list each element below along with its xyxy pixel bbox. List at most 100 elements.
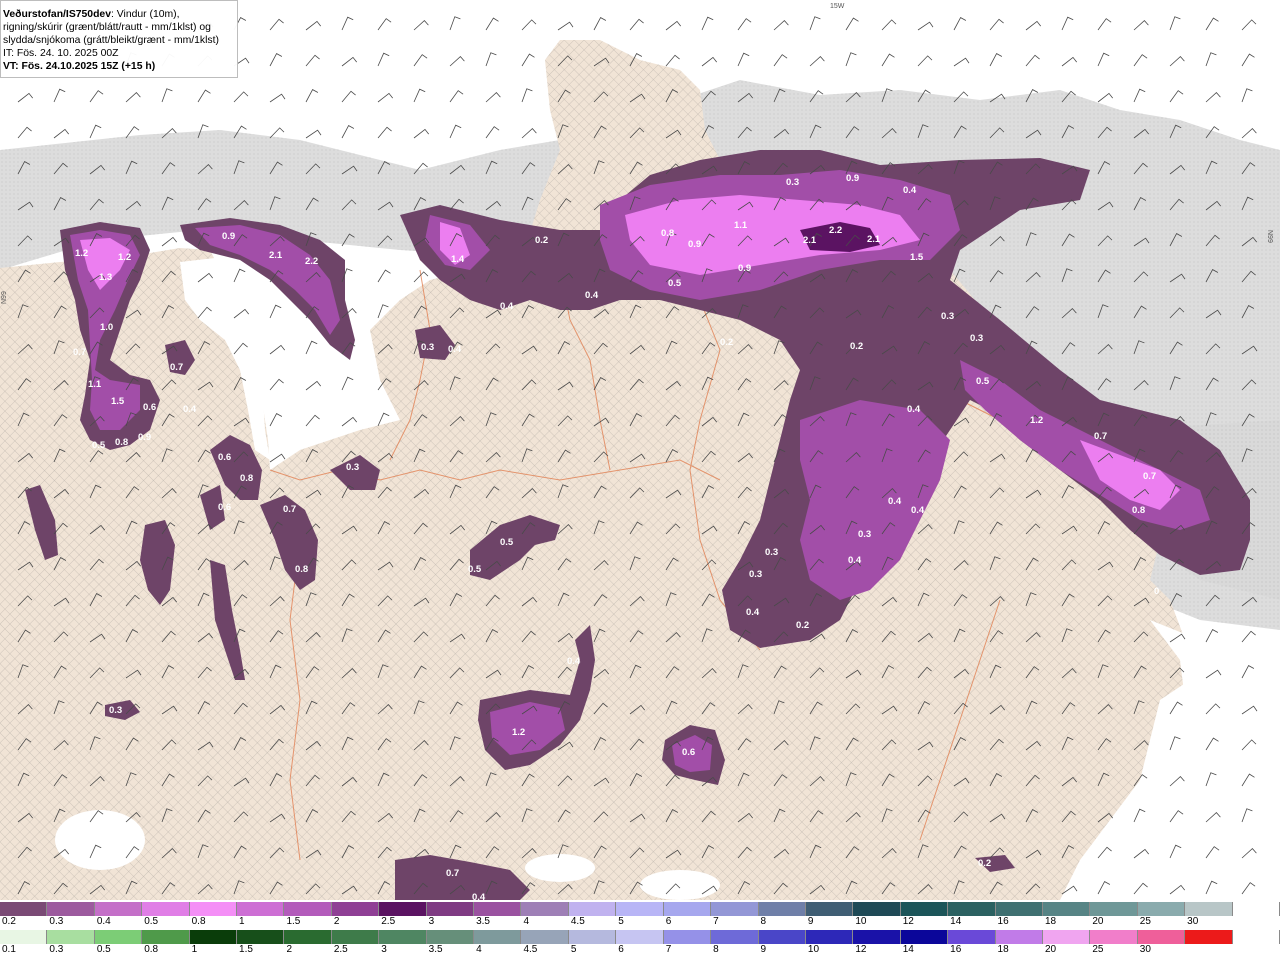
precip-value-label: 0.5 [976,376,990,387]
colorbar-tick-label: 20 [1092,916,1104,927]
colorbar-swatch [805,902,854,916]
colorbar-tick-label: 0.3 [49,916,64,927]
colorbar-tick-label: 18 [1044,916,1057,927]
snow-colorbar-labels: 0.2 0.3 0.4 0.5 0.8 1 1.5 2 2.5 3 3.5 4 4.5 5 6 7 8 9 10 12… [0,916,1280,928]
precip-value-label: 0.4 [230,322,244,333]
glacier-south-1 [55,810,145,870]
precip-value-label: 0.6 [218,452,231,463]
precip-value-label: 0.3 [786,177,799,188]
precip-value-label: 0.2 [535,235,548,246]
colorbar-swatch [1185,930,1233,944]
colorbar-tick-label: 14 [902,944,914,955]
precip-value-label: 0.7 [446,868,459,879]
colorbar-swatch [758,930,806,944]
colorbar-swatch [474,930,522,944]
weather-map[interactable]: 1.2 1.2 1.3 1.0 0.7 1.1 1.5 0.6 0.4 0.5 0.8 0.9 0.7 0… [0,0,1280,900]
colorbar-swatch [995,930,1043,944]
colorbar-swatch [237,902,285,916]
colorbar-swatch [853,930,901,944]
precip-value-label: 0.4 [500,301,514,312]
colorbar-swatch [284,930,332,944]
precip-value-label: 0.3 [421,342,434,353]
precip-value-label: 0.8 [661,228,674,239]
colorbar-swatch [1137,930,1186,944]
colorbar-tick-label: 2 [333,916,340,927]
colorbar-swatch [805,930,854,944]
colorbar-tick-label: 12 [855,944,867,955]
colorbar-tick-label: 20 [1044,944,1057,955]
precip-value-label: 0.4 [183,404,197,415]
precip-value-label: 0.4 [567,656,581,667]
colorbar-swatch [47,930,95,944]
colorbar-swatch [995,902,1043,916]
colorbar-swatch [379,930,427,944]
colorbar-tick-label: 0.8 [191,916,206,927]
precip-value-label: 0.6 [218,502,231,513]
colorbar-swatch [568,902,617,916]
precip-value-label: 0.2 [978,858,991,869]
precip-value-label: 1.3 [99,272,112,283]
precip-value-label: 0.5 [500,537,514,548]
precip-value-label: 0.4 [903,185,917,196]
precip-value-label: 0.5 [92,440,106,451]
colorbar-swatch [711,902,759,916]
colorbar-swatch [521,902,569,916]
colorbar-swatch [663,902,712,916]
precip-value-label: 0.2 [796,620,809,631]
precip-value-label: 1.2 [75,248,88,259]
precip-value-label: 0.3 [970,333,983,344]
colorbar-swatch [616,902,664,916]
map-header: Veðurstofan/IS750dev: Vindur (10m), rign… [0,0,238,78]
colorbar-tick-label: 2 [286,944,292,955]
precip-value-label: 1.0 [100,322,113,333]
colorbar-tick-label: 4.5 [570,916,585,927]
precip-value-label: 0.4 [848,555,862,566]
colorbar-swatch [948,902,996,916]
header-line-2: rigning/skúrir (grænt/blátt/rautt - mm/1… [3,22,211,33]
precip-value-label: 0.8 [115,437,128,448]
colorbar-tick-label: 12 [902,916,914,927]
precip-value-label: 0.4 [907,404,921,415]
precip-value-label: 0.7 [283,504,296,515]
colorbar-tick-label: 18 [997,944,1009,955]
precip-value-label: 0.8 [1132,505,1145,516]
precip-value-label: 0.4 [472,892,486,900]
legend: 0.2 0.3 0.4 0.5 0.8 1 1.5 2 2.5 3 3.5 4 4.5 5 6 7 8 9 10 12… [0,900,1280,958]
precip-value-label: 0.9 [846,173,859,184]
colorbar-swatch [0,930,48,944]
precip-value-label: 0.7 [1143,471,1156,482]
colorbar-tick-label: 8 [760,916,767,927]
precip-value-label: 0.9 [688,239,701,250]
colorbar-swatch [142,902,190,916]
colorbar-swatch [379,902,427,916]
colorbar-tick-label: 4.5 [523,944,538,955]
colorbar-swatch [47,902,95,916]
precip-value-label: 0.4 [448,344,462,355]
precip-value-label: 0.3 [765,547,778,558]
precip-value-label: 1.2 [1030,415,1043,426]
colorbar-tick-label: 2.5 [333,944,348,955]
precip-value-label: 0.4 [888,496,902,507]
colorbar-swatch [1090,902,1138,916]
colorbar-tick-label: 0.3 [49,944,64,955]
colorbar-tick-label: 16 [997,916,1009,927]
colorbar-tick-label: 16 [950,944,962,955]
colorbar-tick-label: 14 [950,916,962,927]
colorbar-tick-label: 1 [191,944,198,955]
precip-value-label: 0.9 [738,263,751,274]
colorbar-swatch [474,902,522,916]
precip-value-label: 0.9 [222,231,235,242]
right-axis-label: N99 [1266,230,1273,243]
colorbar-swatch [1090,930,1138,944]
precip-value-label: 2.2 [305,256,318,267]
colorbar-tick-label: 6 [618,944,624,955]
colorbar-tick-label: 1.5 [286,916,301,927]
colorbar-swatch [237,930,285,944]
valid-time: VT: Fös. 24.10.2025 15Z (+15 h) [3,61,156,72]
colorbar-swatch [189,930,238,944]
precip-value-label: 0.3 [749,569,762,580]
precip-value-label: 1.2 [118,252,131,263]
colorbar-tick-label: 5 [570,944,577,955]
precip-value-label: 0.8 [295,564,308,575]
colorbar-tick-label: 0.1 [2,944,16,955]
